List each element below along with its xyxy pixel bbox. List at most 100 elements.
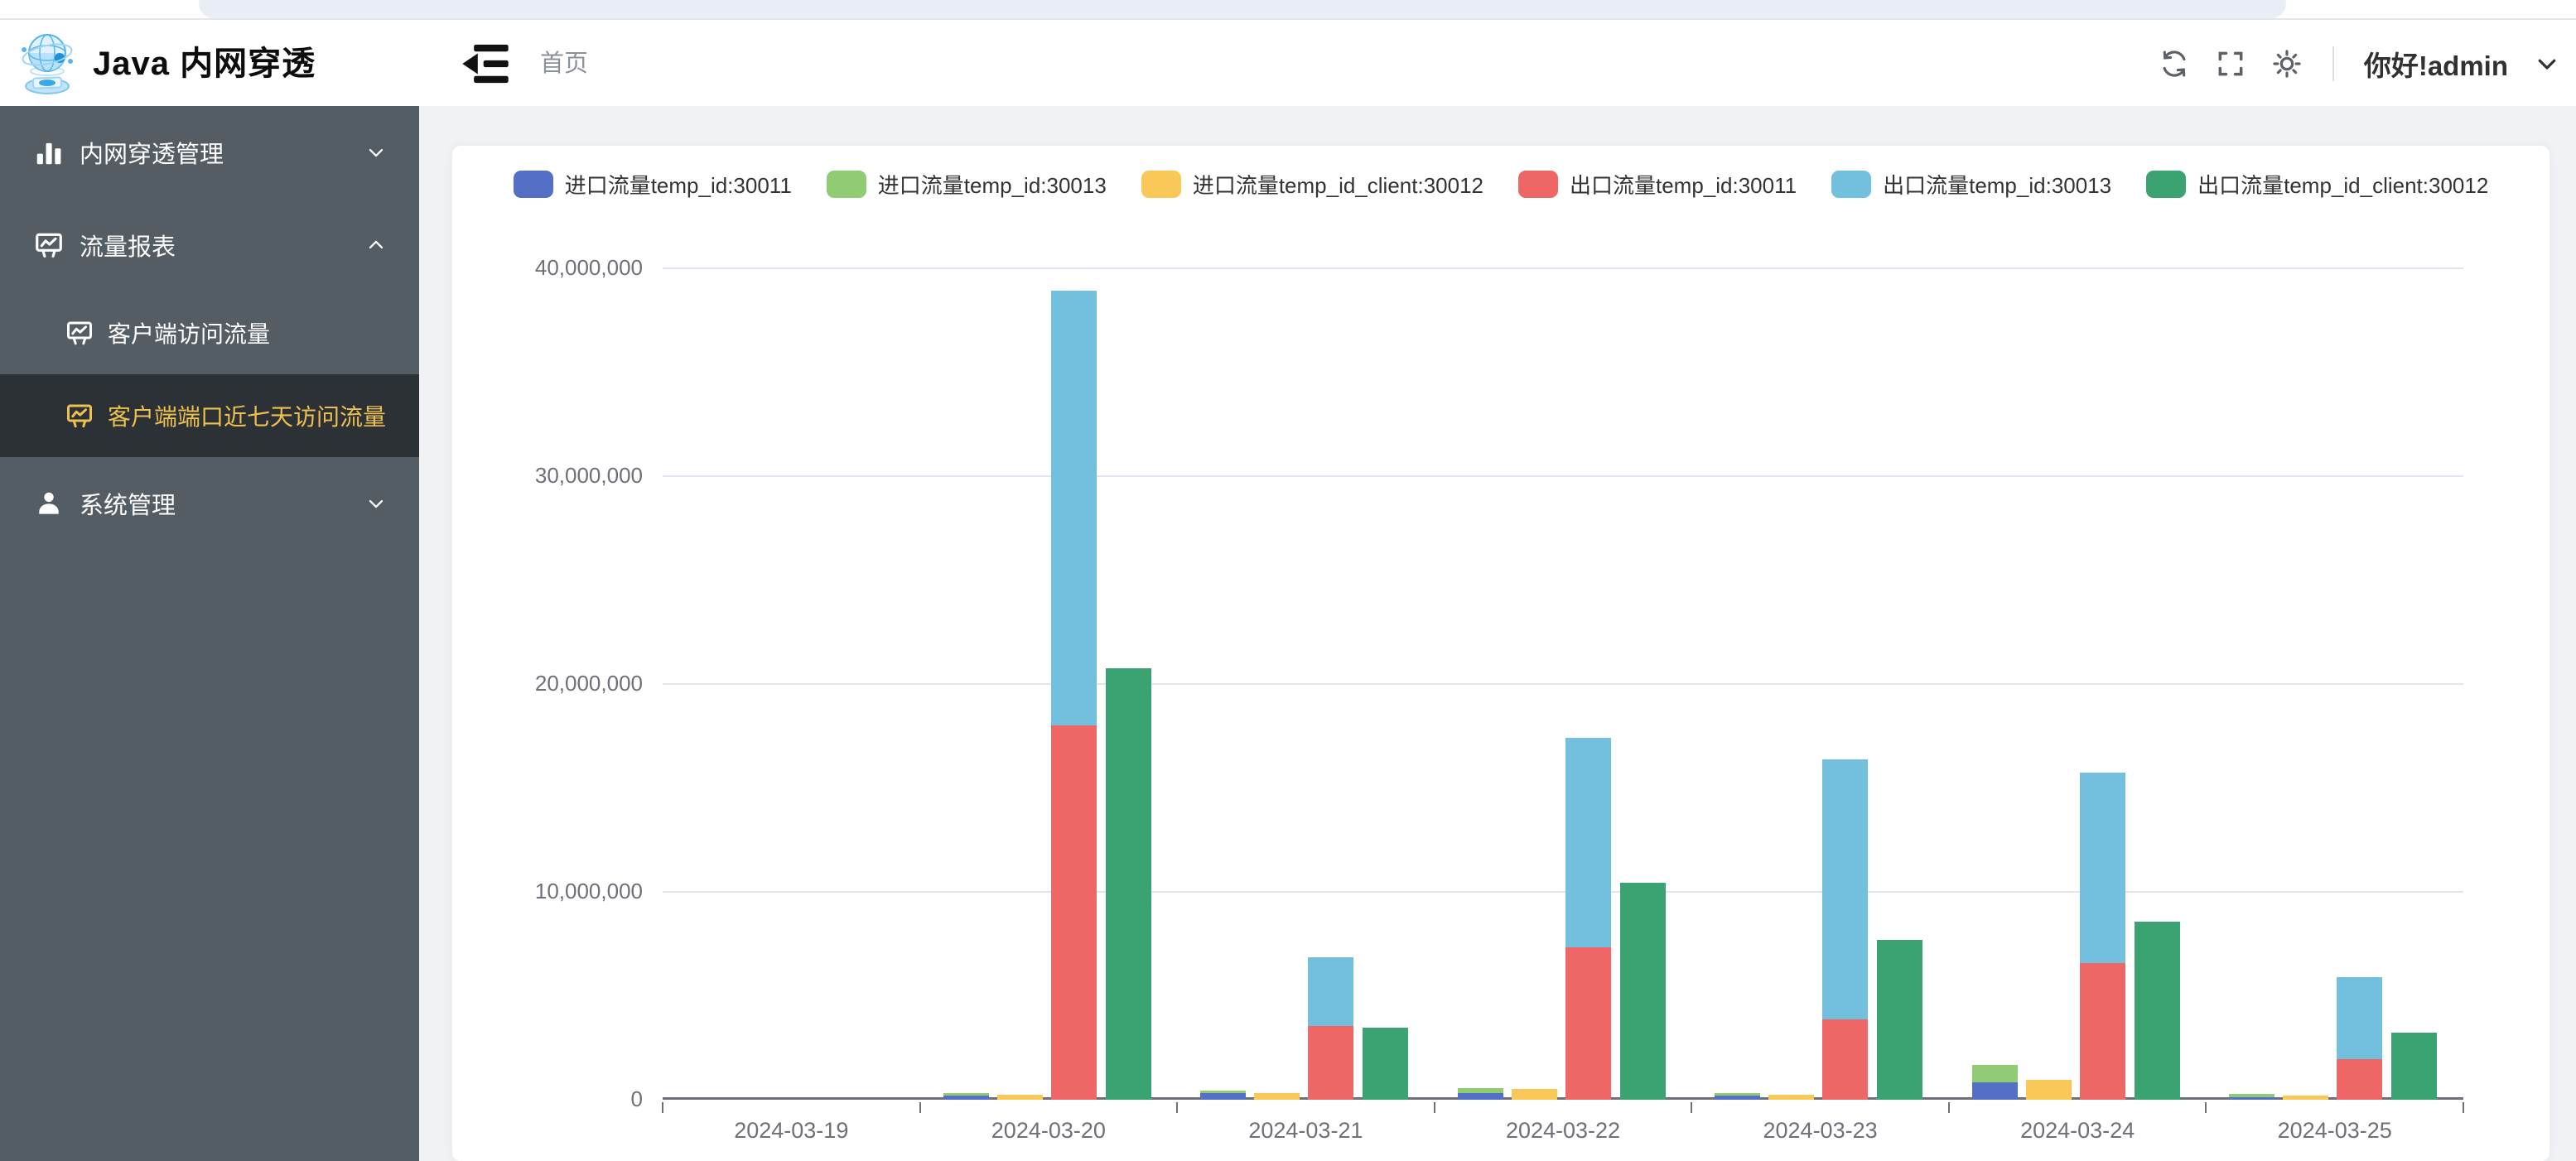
gridline bbox=[663, 267, 2463, 269]
bar-segment[interactable] bbox=[1972, 1082, 2018, 1100]
x-axis-tick bbox=[1434, 1102, 1435, 1113]
bar-segment[interactable] bbox=[997, 1095, 1043, 1100]
legend-item[interactable]: 进口流量temp_id:30013 bbox=[827, 169, 1107, 200]
user-greeting[interactable]: 你好!admin bbox=[2364, 44, 2508, 84]
bar-segment[interactable] bbox=[1051, 291, 1097, 725]
bar-segment[interactable] bbox=[1972, 1065, 2018, 1082]
bar-segment[interactable] bbox=[1715, 1096, 1760, 1100]
sidebar-item-label: 系统管理 bbox=[80, 486, 176, 521]
presentation-chart-icon bbox=[33, 229, 65, 261]
bar-segment[interactable] bbox=[2026, 1080, 2072, 1100]
sidebar-item-label: 流量报表 bbox=[80, 228, 176, 263]
app-header: Java 内网穿透 首页 你好!admin bbox=[0, 22, 2576, 106]
x-axis-tick bbox=[662, 1102, 663, 1113]
x-axis-label: 2024-03-22 bbox=[1439, 1118, 1687, 1144]
fullscreen-icon[interactable] bbox=[2215, 48, 2246, 79]
sidebar-item-traffic-report[interactable]: 流量报表 bbox=[0, 199, 419, 291]
chevron-down-icon bbox=[364, 141, 388, 164]
browser-tab-shape bbox=[199, 0, 2286, 18]
gridline bbox=[663, 683, 2463, 685]
bar-segment[interactable] bbox=[1458, 1088, 1503, 1093]
x-axis-tick bbox=[2205, 1102, 2207, 1113]
bar-segment[interactable] bbox=[1051, 725, 1097, 1100]
legend-label: 出口流量temp_id_client:30012 bbox=[2197, 169, 2488, 200]
app-title: Java 内网穿透 bbox=[93, 22, 316, 106]
chevron-down-icon bbox=[364, 492, 388, 515]
bar-segment[interactable] bbox=[2080, 773, 2125, 963]
gridline bbox=[663, 475, 2463, 477]
legend-swatch bbox=[1831, 171, 1871, 198]
bar-segment[interactable] bbox=[2283, 1096, 2328, 1100]
sidebar-item-label: 内网穿透管理 bbox=[80, 135, 224, 170]
bar-segment[interactable] bbox=[2229, 1094, 2275, 1097]
legend-item[interactable]: 出口流量temp_id:30011 bbox=[1518, 169, 1797, 200]
x-axis-label: 2024-03-19 bbox=[667, 1118, 915, 1144]
bar-segment[interactable] bbox=[1822, 759, 1868, 1019]
chevron-down-icon[interactable] bbox=[2535, 51, 2559, 76]
chevron-up-icon bbox=[364, 234, 388, 257]
bar-segment[interactable] bbox=[1715, 1093, 1760, 1096]
x-axis-tick bbox=[919, 1102, 921, 1113]
bar-segment[interactable] bbox=[1768, 1095, 1814, 1100]
sidebar-item-system-management[interactable]: 系统管理 bbox=[0, 457, 419, 550]
x-axis-tick bbox=[1691, 1102, 1692, 1113]
x-axis-label: 2024-03-23 bbox=[1696, 1118, 1945, 1144]
bar-segment[interactable] bbox=[2337, 1059, 2382, 1100]
sidebar-collapse-button[interactable] bbox=[461, 41, 510, 86]
sidebar-item-tunnel-management[interactable]: 内网穿透管理 bbox=[0, 106, 419, 199]
bar-segment[interactable] bbox=[1200, 1091, 1246, 1094]
legend-item[interactable]: 出口流量temp_id:30013 bbox=[1831, 169, 2111, 200]
legend-label: 进口流量temp_id:30011 bbox=[565, 169, 792, 200]
bar-segment[interactable] bbox=[1458, 1093, 1503, 1100]
legend-label: 进口流量temp_id_client:30012 bbox=[1193, 169, 1483, 200]
breadcrumb: 首页 bbox=[540, 22, 588, 106]
legend-swatch bbox=[1141, 171, 1181, 198]
legend-item[interactable]: 进口流量temp_id:30011 bbox=[514, 169, 792, 200]
bar-segment[interactable] bbox=[1877, 940, 1922, 1100]
sidebar-item-client-traffic[interactable]: 客户端访问流量 bbox=[0, 291, 419, 374]
presentation-chart-icon bbox=[65, 318, 94, 348]
chart-plot-area bbox=[663, 268, 2463, 1100]
bar-segment[interactable] bbox=[2229, 1097, 2275, 1100]
bar-segment[interactable] bbox=[2337, 977, 2382, 1059]
bar-segment[interactable] bbox=[1363, 1028, 1408, 1100]
legend-item[interactable]: 进口流量temp_id_client:30012 bbox=[1141, 169, 1483, 200]
legend-swatch bbox=[514, 171, 553, 198]
sidebar: 内网穿透管理 流量报表 客户端访问流量 bbox=[0, 106, 419, 1161]
user-icon bbox=[33, 488, 65, 519]
y-axis-label: 20,000,000 bbox=[461, 671, 643, 696]
bar-segment[interactable] bbox=[1565, 738, 1611, 947]
x-axis-label: 2024-03-20 bbox=[924, 1118, 1173, 1144]
presentation-chart-icon bbox=[65, 401, 94, 431]
sidebar-item-client-port-7day-traffic[interactable]: 客户端端口近七天访问流量 bbox=[0, 374, 419, 457]
x-axis-label: 2024-03-24 bbox=[1953, 1118, 2202, 1144]
bar-segment[interactable] bbox=[1822, 1019, 1868, 1100]
theme-sun-icon[interactable] bbox=[2271, 48, 2303, 79]
main-content: 进口流量temp_id:30011 进口流量temp_id:30013 进口流量te… bbox=[419, 106, 2576, 1161]
bar-segment[interactable] bbox=[2391, 1033, 2437, 1100]
refresh-icon[interactable] bbox=[2159, 48, 2190, 79]
bar-segment[interactable] bbox=[1620, 883, 1666, 1100]
bar-segment[interactable] bbox=[2080, 963, 2125, 1100]
bar-segment[interactable] bbox=[2135, 922, 2180, 1100]
bar-segment[interactable] bbox=[1565, 947, 1611, 1100]
bar-segment[interactable] bbox=[1106, 668, 1151, 1100]
y-axis-label: 0 bbox=[461, 1086, 643, 1112]
chart-legend: 进口流量temp_id:30011 进口流量temp_id:30013 进口流量te… bbox=[452, 169, 2549, 200]
legend-swatch bbox=[2146, 171, 2186, 198]
header-actions: 你好!admin bbox=[2159, 22, 2559, 106]
bar-segment[interactable] bbox=[943, 1096, 989, 1100]
bar-segment[interactable] bbox=[943, 1093, 989, 1096]
bar-segment[interactable] bbox=[1254, 1093, 1300, 1100]
y-axis-label: 10,000,000 bbox=[461, 879, 643, 904]
bar-segment[interactable] bbox=[1308, 1026, 1353, 1100]
browser-chrome-strip bbox=[0, 0, 2576, 20]
app-logo bbox=[13, 30, 81, 98]
sidebar-item-label: 客户端访问流量 bbox=[108, 316, 270, 349]
x-axis-label: 2024-03-21 bbox=[1181, 1118, 1430, 1144]
bar-segment[interactable] bbox=[1308, 957, 1353, 1026]
bar-segment[interactable] bbox=[1512, 1089, 1557, 1100]
x-axis-tick bbox=[2463, 1102, 2464, 1113]
bar-segment[interactable] bbox=[1200, 1093, 1246, 1100]
legend-item[interactable]: 出口流量temp_id_client:30012 bbox=[2146, 169, 2488, 200]
